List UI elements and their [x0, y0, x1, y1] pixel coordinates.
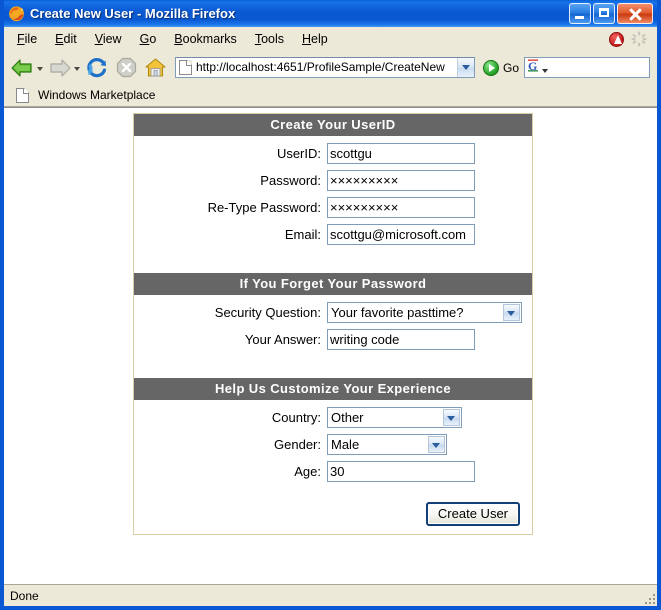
menu-item-bookmarks[interactable]: Bookmarks [165, 29, 246, 49]
create-user-form-panel: Create Your UserID UserID: Password: Re-… [133, 113, 533, 535]
section-header-forgot-password: If You Forget Your Password [134, 273, 532, 295]
back-arrow-icon[interactable] [9, 56, 36, 80]
gender-value: Male [331, 437, 360, 452]
page-icon [179, 60, 192, 75]
age-input[interactable] [327, 461, 475, 482]
create-user-button[interactable]: Create User [425, 502, 520, 526]
label-userid: UserID: [276, 146, 321, 161]
field-row-your-answer: Your Answer: [134, 329, 532, 350]
chevron-down-icon[interactable] [503, 304, 520, 321]
address-dropdown-icon[interactable] [456, 58, 474, 77]
label-retype-password: Re-Type Password: [207, 200, 321, 215]
title-bar-left: Create New User - Mozilla Firefox [8, 5, 569, 22]
alert-icon[interactable] [609, 31, 624, 47]
label-country: Country: [271, 410, 321, 425]
label-password: Password: [260, 173, 321, 188]
gender-select[interactable]: Male [327, 434, 447, 455]
country-value: Other [331, 410, 364, 425]
page-icon [16, 87, 29, 103]
field-row-userid: UserID: [134, 143, 532, 164]
bookmark-item-windows-marketplace[interactable]: Windows Marketplace [8, 86, 161, 105]
page-content: Create Your UserID UserID: Password: Re-… [4, 107, 657, 584]
userid-input[interactable] [327, 143, 475, 164]
email-input[interactable] [327, 224, 475, 245]
security-question-value: Your favorite pasttime? [331, 305, 464, 320]
url-text[interactable]: http://localhost:4651/ProfileSample/Crea… [196, 58, 457, 77]
status-bar: Done [4, 584, 657, 606]
security-question-select[interactable]: Your favorite pasttime? [327, 302, 522, 323]
field-row-age: Age: [134, 461, 532, 482]
back-dropdown-icon[interactable] [36, 57, 45, 79]
retype-password-input[interactable] [327, 197, 475, 218]
reload-icon [87, 57, 107, 77]
forward-arrow-icon [46, 56, 73, 80]
label-email: Email: [284, 227, 321, 242]
firefox-icon [8, 5, 25, 22]
section-fields-forgot-password: Security Question: Your favorite pasttim… [134, 295, 532, 350]
chevron-down-icon[interactable] [428, 436, 445, 453]
label-your-answer: Your Answer: [244, 332, 321, 347]
search-engine-dropdown-icon[interactable] [542, 68, 548, 73]
country-select[interactable]: Other [327, 407, 462, 428]
menu-item-tools[interactable]: Tools [246, 29, 293, 49]
menu-item-go[interactable]: Go [131, 29, 166, 49]
close-button[interactable] [617, 3, 653, 24]
search-input[interactable]: G [524, 57, 650, 78]
minimize-button[interactable] [569, 3, 591, 24]
browser-window: Create New User - Mozilla Firefox File E… [0, 0, 661, 610]
home-button[interactable] [141, 55, 169, 81]
menu-bar-right [609, 31, 653, 47]
go-arrow-icon[interactable] [482, 59, 499, 76]
field-row-password: Password: [134, 170, 532, 191]
menu-item-file[interactable]: File [8, 29, 46, 49]
bookmarks-toolbar: Windows Marketplace [4, 84, 657, 107]
navigation-toolbar: http://localhost:4651/ProfileSample/Crea… [4, 51, 657, 84]
go-button[interactable]: Go [479, 59, 523, 76]
bookmark-label: Windows Marketplace [38, 88, 156, 102]
title-bar: Create New User - Mozilla Firefox [4, 0, 657, 27]
forward-dropdown-icon [73, 57, 82, 79]
field-row-email: Email: [134, 224, 532, 245]
your-answer-input[interactable] [327, 329, 475, 350]
field-row-security-question: Security Question: Your favorite pasttim… [134, 302, 532, 323]
chevron-down-icon[interactable] [443, 409, 460, 426]
menu-item-edit[interactable]: Edit [46, 29, 86, 49]
window-title: Create New User - Mozilla Firefox [30, 6, 236, 21]
home-icon [144, 57, 166, 77]
maximize-button[interactable] [593, 3, 615, 24]
menu-bar: File Edit View Go Bookmarks Tools Help [4, 27, 657, 51]
label-gender: Gender: [274, 437, 321, 452]
label-security-question: Security Question: [214, 305, 321, 320]
back-button-group[interactable] [9, 56, 45, 80]
menu-item-view[interactable]: View [86, 29, 131, 49]
section-fields-create-userid: UserID: Password: Re-Type Password: Emai… [134, 136, 532, 245]
resize-grip[interactable] [643, 592, 655, 604]
section-header-customize-experience: Help Us Customize Your Experience [134, 378, 532, 400]
go-label: Go [502, 60, 519, 75]
menu-item-help[interactable]: Help [293, 29, 337, 49]
address-bar[interactable]: http://localhost:4651/ProfileSample/Crea… [175, 57, 475, 78]
password-input[interactable] [327, 170, 475, 191]
window-controls [569, 3, 657, 24]
form-actions: Create User [134, 488, 532, 526]
status-text: Done [10, 588, 39, 603]
stop-button [112, 55, 140, 81]
stop-icon [116, 57, 136, 78]
reload-button[interactable] [83, 55, 111, 81]
field-row-retype-password: Re-Type Password: [134, 197, 532, 218]
section-fields-customize-experience: Country: Other Gender: Male Age: 30 [134, 400, 532, 482]
section-header-create-userid: Create Your UserID [134, 114, 532, 136]
browser-chrome: File Edit View Go Bookmarks Tools Help h… [4, 27, 657, 606]
field-row-country: Country: Other [134, 407, 532, 428]
google-g-icon[interactable]: G [528, 59, 541, 77]
throbber-icon [631, 31, 647, 47]
label-age: Age: [294, 464, 321, 479]
field-row-gender: Gender: Male [134, 434, 532, 455]
forward-button-group [46, 56, 82, 80]
